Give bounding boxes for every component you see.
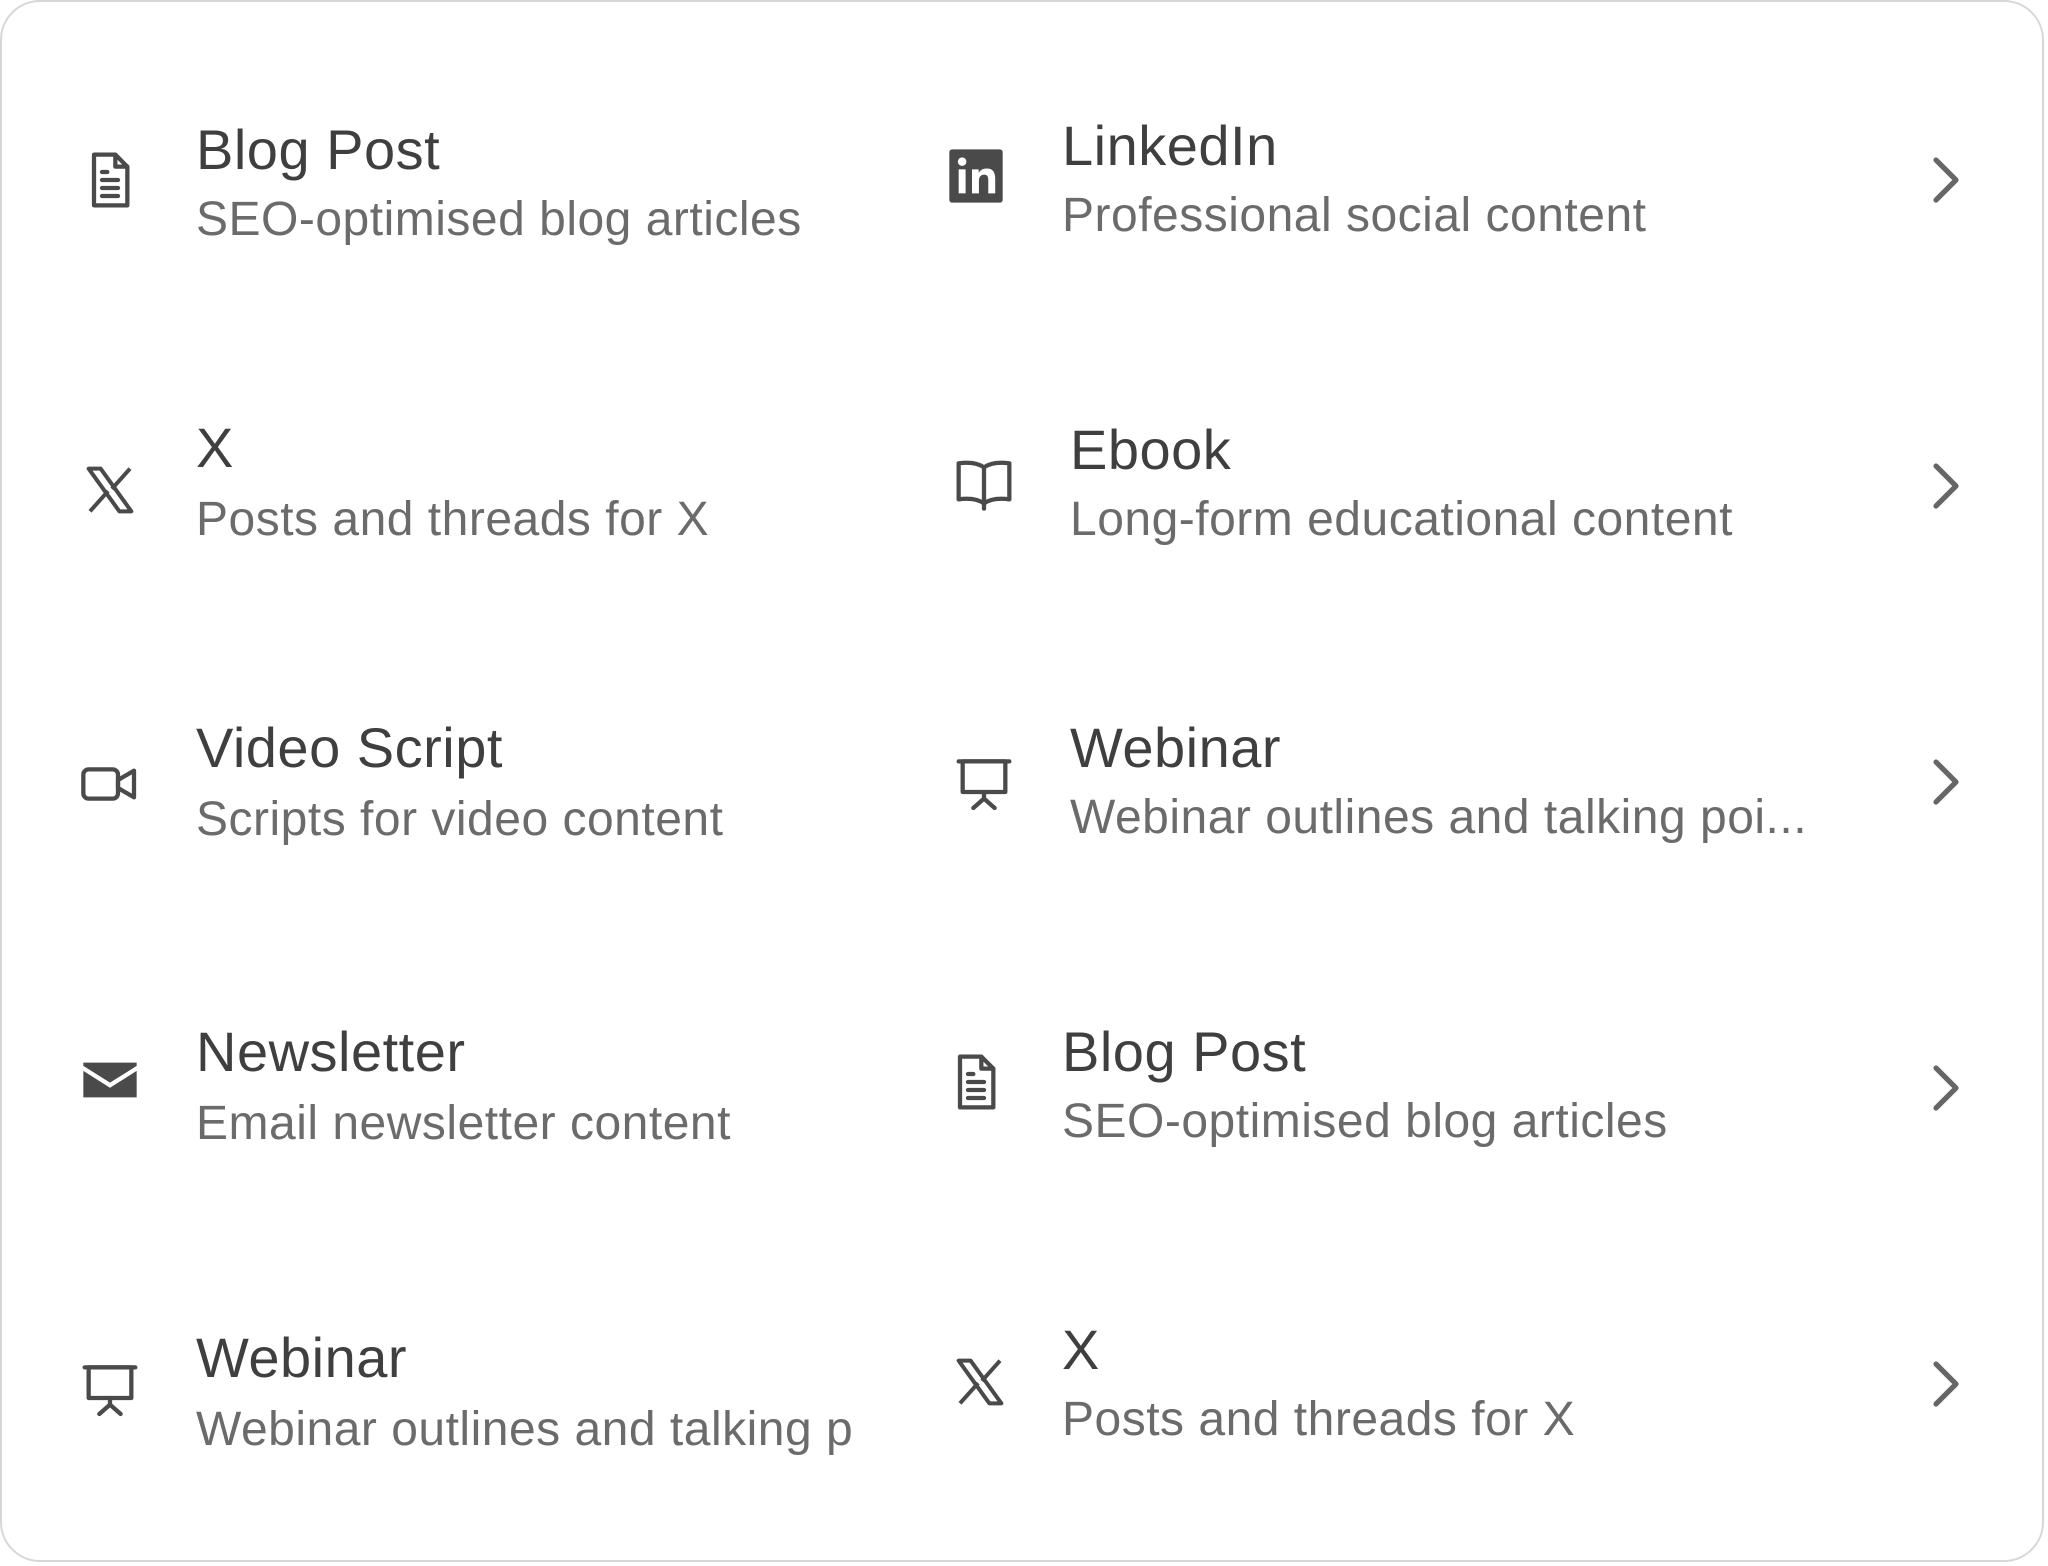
list-item-blog-post[interactable]: Blog Post SEO-optimised blog articles	[902, 1006, 2042, 1166]
content-type-card: Blog Post SEO-optimised blog articles X …	[0, 0, 2044, 1562]
item-description: SEO-optimised blog articles	[196, 193, 802, 246]
chevron-right-icon	[1922, 752, 1966, 812]
item-description: Email newsletter content	[196, 1097, 731, 1150]
item-description: Webinar outlines and talking poi...	[1070, 791, 1808, 844]
item-title: Video Script	[196, 716, 503, 779]
item-description: SEO-optimised blog articles	[1062, 1095, 1668, 1148]
chevron-right-icon	[1922, 456, 1966, 516]
chevron-right-icon	[1922, 1058, 1966, 1118]
list-item-linkedin[interactable]: LinkedIn Professional social content	[902, 102, 2042, 262]
presentation-icon	[78, 1358, 142, 1422]
book-icon	[952, 450, 1016, 514]
envelope-icon	[78, 1048, 142, 1112]
list-item-video-script[interactable]: Video Script Scripts for video content	[2, 702, 902, 862]
list-item-webinar[interactable]: Webinar Webinar outlines and talking p	[2, 1312, 902, 1472]
item-title: X	[196, 416, 234, 479]
chevron-right-icon	[1922, 1354, 1966, 1414]
list-item-blog-post[interactable]: Blog Post SEO-optimised blog articles	[2, 102, 902, 262]
video-camera-icon	[78, 752, 142, 816]
item-description: Professional social content	[1062, 189, 1647, 242]
item-title: Blog Post	[1062, 1020, 1307, 1083]
item-description: Scripts for video content	[196, 793, 724, 846]
document-icon	[944, 1050, 1008, 1114]
item-title: Webinar	[1070, 716, 1282, 779]
x-logo-icon	[78, 458, 142, 522]
item-title: Ebook	[1070, 418, 1232, 481]
chevron-right-icon	[1922, 150, 1966, 210]
x-logo-icon	[948, 1350, 1012, 1414]
presentation-icon	[952, 752, 1016, 816]
item-title: LinkedIn	[1062, 114, 1278, 177]
list-item-x[interactable]: X Posts and threads for X	[902, 1306, 2042, 1466]
list-item-webinar[interactable]: Webinar Webinar outlines and talking poi…	[902, 706, 2042, 866]
document-icon	[78, 148, 142, 212]
list-item-ebook[interactable]: Ebook Long-form educational content	[902, 406, 2042, 566]
item-description: Webinar outlines and talking p	[196, 1403, 854, 1456]
list-item-x[interactable]: X Posts and threads for X	[2, 402, 902, 562]
linkedin-icon	[944, 144, 1008, 208]
item-description: Posts and threads for X	[196, 493, 710, 546]
list-item-newsletter[interactable]: Newsletter Email newsletter content	[2, 1006, 902, 1166]
item-title: Blog Post	[196, 118, 441, 181]
item-title: Webinar	[196, 1326, 408, 1389]
item-title: Newsletter	[196, 1020, 466, 1083]
item-description: Posts and threads for X	[1062, 1393, 1576, 1446]
item-title: X	[1062, 1318, 1100, 1381]
item-description: Long-form educational content	[1070, 493, 1733, 546]
